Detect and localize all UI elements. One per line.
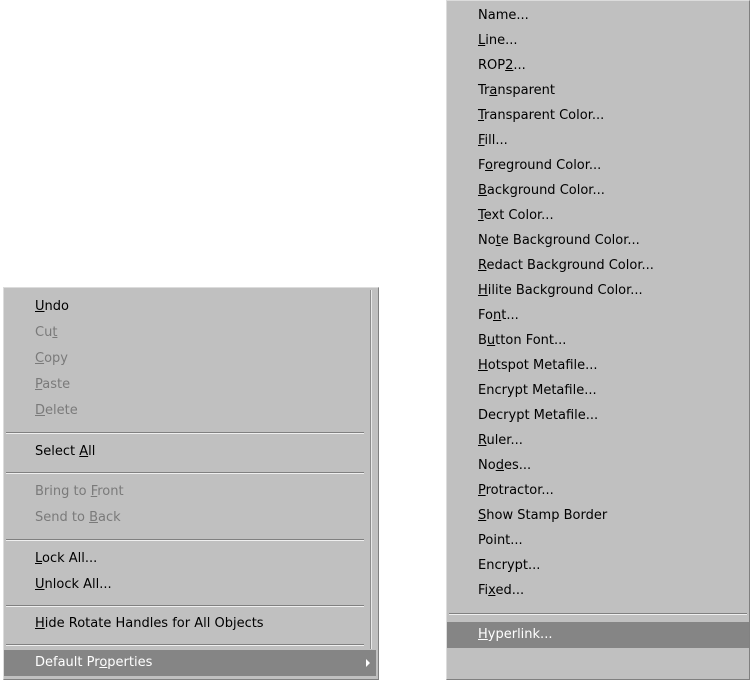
menu-separator bbox=[6, 605, 364, 607]
menu-separator bbox=[6, 644, 364, 646]
submenu-item-fill[interactable]: Fill... bbox=[447, 128, 749, 154]
menu-item-paste[interactable]: Paste bbox=[4, 372, 366, 398]
submenu-item-encrypt[interactable]: Encrypt... bbox=[447, 553, 749, 579]
menu-separator bbox=[6, 472, 364, 474]
menu-separator bbox=[6, 432, 364, 434]
submenu-item-point[interactable]: Point... bbox=[447, 528, 749, 554]
menu-item-cut[interactable]: Cut bbox=[4, 320, 366, 346]
submenu-item-transparent[interactable]: Transparent bbox=[447, 78, 749, 104]
menu-separator bbox=[449, 613, 747, 615]
menu-item-select-all[interactable]: Select All bbox=[4, 439, 366, 465]
submenu-item-transparent-color[interactable]: Transparent Color... bbox=[447, 103, 749, 129]
submenu-item-hilite-background-color[interactable]: Hilite Background Color... bbox=[447, 278, 749, 304]
submenu-item-rop2[interactable]: ROP2... bbox=[447, 53, 749, 79]
menu-item-hide-rotate-handles[interactable]: Hide Rotate Handles for All Objects bbox=[4, 611, 366, 637]
menu-gutter-divider bbox=[370, 290, 372, 649]
submenu-item-line[interactable]: Line... bbox=[447, 28, 749, 54]
submenu-item-background-color[interactable]: Background Color... bbox=[447, 178, 749, 204]
submenu-item-hyperlink[interactable]: Hyperlink... bbox=[447, 622, 749, 648]
menu-item-copy[interactable]: Copy bbox=[4, 346, 366, 372]
submenu-item-text-color[interactable]: Text Color... bbox=[447, 203, 749, 229]
submenu-item-protractor[interactable]: Protractor... bbox=[447, 478, 749, 504]
submenu-item-name[interactable]: Name... bbox=[447, 3, 749, 29]
menu-separator bbox=[6, 539, 364, 541]
submenu-item-hotspot-metafile[interactable]: Hotspot Metafile... bbox=[447, 353, 749, 379]
submenu-item-note-background-color[interactable]: Note Background Color... bbox=[447, 228, 749, 254]
menu-item-unlock-all[interactable]: Unlock All... bbox=[4, 572, 366, 598]
submenu-item-encrypt-metafile[interactable]: Encrypt Metafile... bbox=[447, 378, 749, 404]
submenu-item-ruler[interactable]: Ruler... bbox=[447, 428, 749, 454]
context-menu: Undo Cut Copy Paste Delete Select All Br… bbox=[3, 287, 379, 680]
submenu-item-show-stamp-border[interactable]: Show Stamp Border bbox=[447, 503, 749, 529]
menu-item-send-to-back[interactable]: Send to Back bbox=[4, 505, 366, 531]
submenu-item-font[interactable]: Font... bbox=[447, 303, 749, 329]
submenu-item-nodes[interactable]: Nodes... bbox=[447, 453, 749, 479]
submenu-item-fixed[interactable]: Fixed... bbox=[447, 578, 749, 604]
menu-item-undo[interactable]: Undo bbox=[4, 294, 366, 320]
submenu-item-decrypt-metafile[interactable]: Decrypt Metafile... bbox=[447, 403, 749, 429]
submenu-item-redact-background-color[interactable]: Redact Background Color... bbox=[447, 253, 749, 279]
menu-item-default-properties[interactable]: Default Properties bbox=[4, 650, 376, 676]
submenu-item-foreground-color[interactable]: Foreground Color... bbox=[447, 153, 749, 179]
menu-item-lock-all[interactable]: Lock All... bbox=[4, 546, 366, 572]
menu-item-bring-to-front[interactable]: Bring to Front bbox=[4, 479, 366, 505]
menu-item-delete[interactable]: Delete bbox=[4, 398, 366, 424]
submenu-item-button-font[interactable]: Button Font... bbox=[447, 328, 749, 354]
submenu-arrow-icon bbox=[366, 659, 370, 667]
default-properties-submenu: Name... Line... ROP2... Transparent Tran… bbox=[446, 0, 750, 680]
